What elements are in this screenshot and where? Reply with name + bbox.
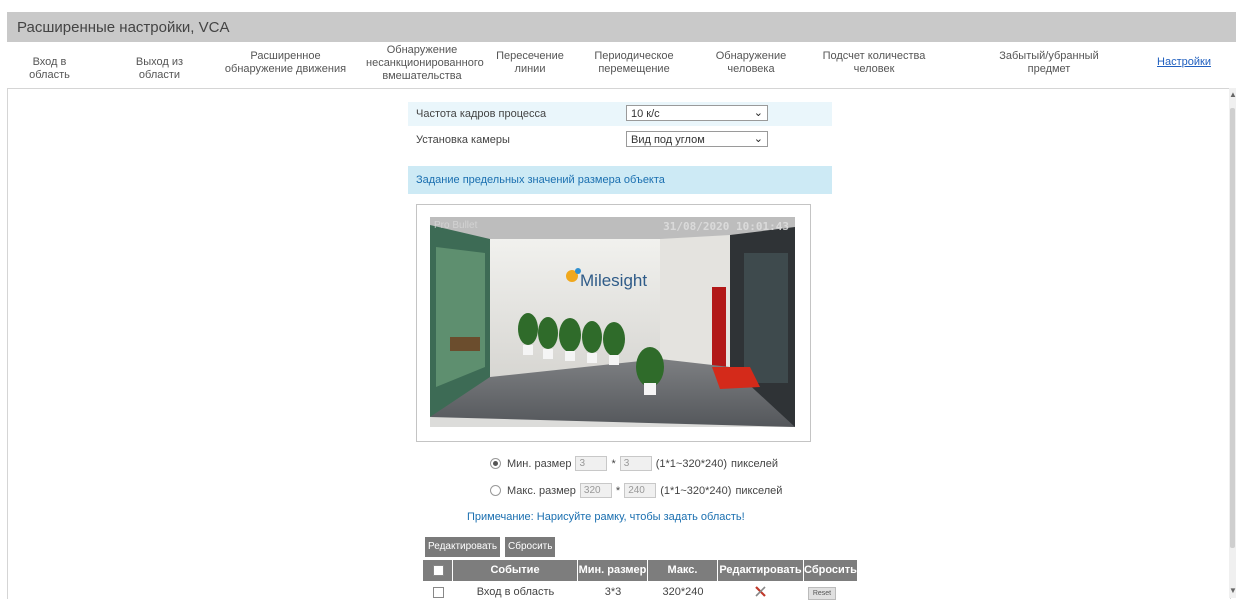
row-max-size: 320*240 [662, 586, 704, 598]
row-checkbox[interactable] [433, 587, 444, 598]
tab-advanced-motion[interactable]: Расширенное обнаружение движения [218, 50, 353, 76]
select-all-checkbox[interactable] [433, 565, 444, 576]
object-size-section-header: Задание предельных значений размера объе… [408, 166, 832, 194]
table-header-event: Событие [453, 560, 578, 581]
chevron-down-icon: ⌄ [753, 107, 763, 119]
vertical-scrollbar[interactable]: ▲ ▼ [1229, 88, 1236, 598]
tab-area-exit[interactable]: Выход из области [116, 56, 203, 82]
row-reset-button[interactable]: Reset [808, 587, 836, 600]
frame-rate-select[interactable]: 10 к/с ⌄ [626, 105, 768, 121]
scroll-down-icon[interactable]: ▼ [1229, 586, 1236, 596]
page-title: Расширенные настройки, VCA [17, 18, 230, 36]
min-height-input[interactable]: 3 [619, 456, 652, 471]
row-event: Вход в область [476, 586, 555, 598]
max-size-radio[interactable] [490, 485, 501, 496]
tab-loitering[interactable]: Периодическое перемещение [592, 50, 676, 76]
camera-wall-logo: Milesight [580, 271, 648, 290]
min-width-input[interactable]: 3 [575, 456, 608, 471]
row-min-size: 3*3 [604, 586, 622, 598]
scroll-up-icon[interactable]: ▲ [1229, 90, 1236, 100]
reset-button[interactable]: Сбросить [505, 537, 556, 557]
camera-preview-frame: Pro Bullet 31/08/2020 10:01:43 Milesight [416, 204, 811, 442]
table-header-select [423, 560, 453, 581]
tab-people-counting[interactable]: Подсчет количества человек [814, 50, 934, 76]
wrench-icon [755, 586, 766, 597]
camera-preview[interactable]: Pro Bullet 31/08/2020 10:01:43 Milesight [430, 217, 795, 427]
title-bar: Расширенные настройки, VCA [7, 12, 1236, 42]
max-size-line: Макс. размер 320 * 240 (1*1~320*240) пик… [490, 483, 782, 498]
table-header-reset: Сбросить [804, 560, 858, 581]
tab-settings[interactable]: Настройки [1152, 56, 1216, 69]
camera-install-label: Установка камеры [416, 134, 510, 146]
tab-human-detection[interactable]: Обнаружение человека [712, 50, 790, 76]
tab-bar: Вход в область Выход из области Расширен… [0, 42, 1236, 86]
camera-install-select[interactable]: Вид под углом ⌄ [626, 131, 768, 147]
camera-osd-time: 31/08/2020 10:01:43 [663, 220, 789, 233]
camera-osd-name: Pro Bullet [434, 220, 478, 231]
table-header-max: Макс. размер [648, 560, 718, 597]
edit-button[interactable]: Редактировать [425, 537, 501, 557]
edit-icon[interactable] [718, 585, 804, 599]
min-size-line: Мин. размер 3 * 3 (1*1~320*240) пикселей [490, 456, 778, 471]
frame-rate-label: Частота кадров процесса [416, 108, 547, 120]
note-text: Примечание: Нарисуйте рамку, чтобы задат… [467, 511, 745, 523]
table-header-edit: Редактировать [718, 560, 804, 581]
max-height-input[interactable]: 240 [624, 483, 657, 498]
tab-object-left-removed[interactable]: Забытый/убранный предмет [998, 50, 1100, 76]
tab-tamper-detection[interactable]: Обнаружение несанкционированного вмешате… [366, 44, 484, 83]
tab-area-entrance[interactable]: Вход в область [12, 56, 87, 82]
scroll-thumb[interactable] [1230, 108, 1235, 548]
min-size-radio[interactable] [490, 458, 501, 469]
table-header-min: Мин. размер [578, 560, 648, 581]
max-width-input[interactable]: 320 [579, 483, 612, 498]
camera-scene-image [430, 217, 795, 427]
chevron-down-icon: ⌄ [753, 133, 763, 145]
camera-install-row: Установка камеры Вид под углом ⌄ [408, 128, 832, 152]
tab-line-crossing[interactable]: Пересечение линии [494, 50, 566, 76]
frame-rate-row: Частота кадров процесса 10 к/с ⌄ [408, 102, 832, 126]
